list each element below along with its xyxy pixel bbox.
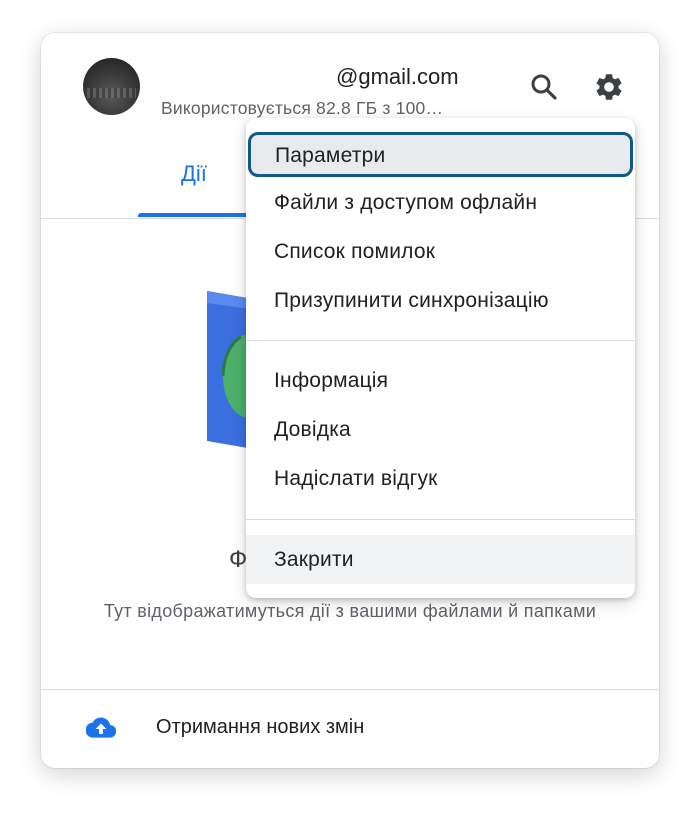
storage-usage-text: Використовується 82.8 ГБ з 100… [161, 98, 444, 118]
account-email: @gmail.com [336, 64, 459, 89]
menu-item-offline-files[interactable]: Файли з доступом офлайн [246, 178, 635, 227]
search-button[interactable] [528, 71, 560, 103]
menu-item-help[interactable]: Довідка [246, 405, 635, 454]
sync-status-label: Отримання нових змін [156, 716, 365, 738]
tab-activity[interactable]: Дії [181, 161, 207, 187]
active-tab-indicator [138, 213, 258, 217]
menu-item-pause-sync[interactable]: Призупинити синхронізацію [246, 276, 635, 325]
account-avatar[interactable] [83, 58, 140, 115]
empty-state-title: Ф [229, 546, 248, 573]
menu-separator [246, 519, 635, 520]
menu-item-send-feedback[interactable]: Надіслати відгук [246, 454, 635, 503]
menu-item-about[interactable]: Інформація [246, 356, 635, 405]
gear-icon [596, 74, 622, 100]
menu-item-preferences[interactable]: Параметри [248, 132, 633, 177]
menu-separator [246, 340, 635, 341]
settings-dropdown-menu: Параметри Файли з доступом офлайн Список… [246, 118, 635, 598]
menu-item-error-list[interactable]: Список помилок [246, 227, 635, 276]
empty-state-description: Тут відображатимуться дії з вашими файла… [103, 601, 597, 621]
menu-item-quit[interactable]: Закрити [246, 535, 635, 584]
settings-button[interactable] [593, 71, 625, 103]
search-icon [531, 74, 557, 100]
sync-status-row: Отримання нових змін [41, 690, 659, 768]
cloud-upload-icon [86, 717, 116, 738]
